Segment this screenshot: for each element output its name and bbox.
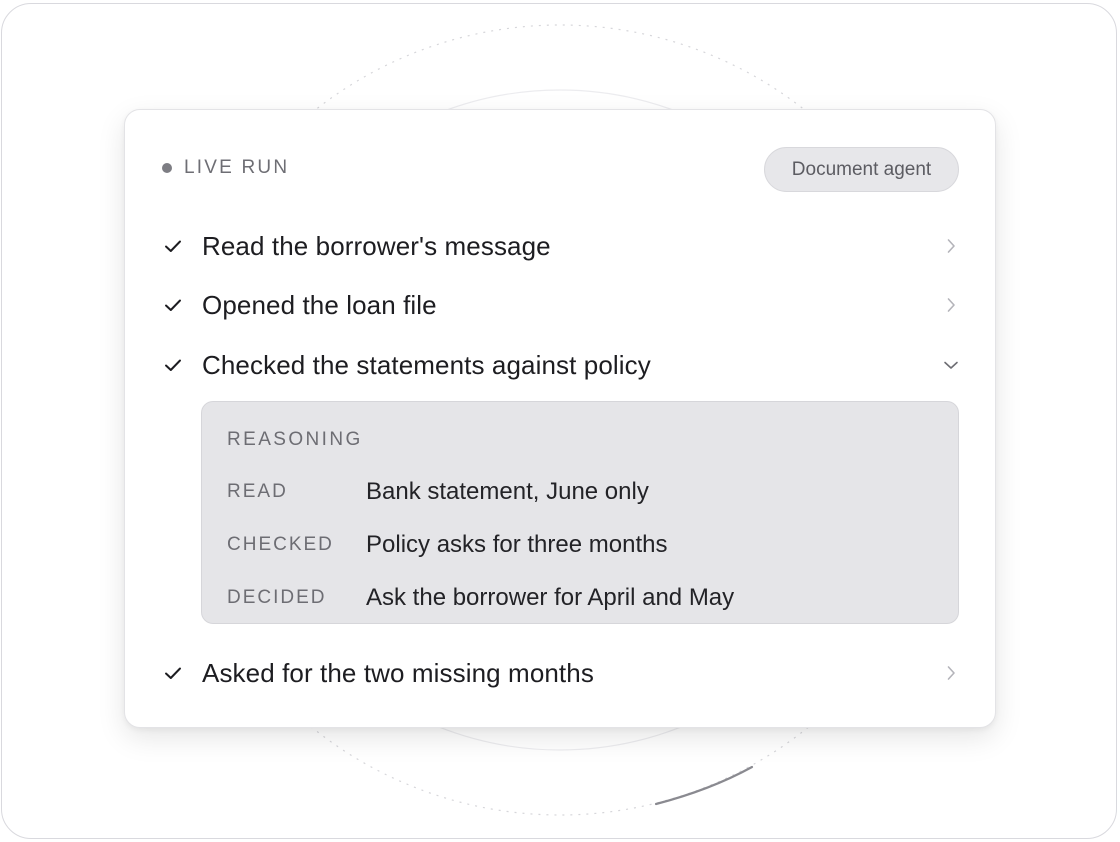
checkmark-icon [162, 294, 184, 316]
checkmark-icon [162, 235, 184, 257]
reasoning-key: DECIDED [227, 587, 327, 608]
step-row-opened-loan-file[interactable]: Opened the loan file [162, 285, 960, 325]
step-label: Asked for the two missing months [202, 657, 594, 688]
checkmark-icon [162, 354, 184, 376]
reasoning-row: READ Bank statement, June only [227, 477, 649, 507]
status-dot-icon [162, 163, 172, 173]
chevron-right-icon[interactable] [942, 296, 960, 314]
agent-badge: Document agent [764, 147, 959, 192]
reasoning-value: Ask the borrower for April and May [366, 584, 735, 611]
chevron-down-icon[interactable] [942, 356, 960, 374]
step-label: Read the borrower's message [202, 230, 551, 261]
step-label: Opened the loan file [202, 289, 437, 320]
step-label: Checked the statements against policy [202, 349, 651, 380]
reasoning-panel: REASONING READ Bank statement, June only… [201, 401, 959, 624]
step-row-read-message[interactable]: Read the borrower's message [162, 226, 960, 266]
chevron-right-icon[interactable] [942, 237, 960, 255]
run-card: LIVE RUN Document agent Read the borrowe… [124, 109, 996, 728]
step-row-checked-statements[interactable]: Checked the statements against policy [162, 345, 960, 385]
live-run-indicator: LIVE RUN [162, 157, 289, 179]
reasoning-key: READ [227, 481, 288, 502]
reasoning-key: CHECKED [227, 534, 334, 555]
reasoning-row: DECIDED Ask the borrower for April and M… [227, 583, 734, 613]
reasoning-value: Policy asks for three months [366, 531, 668, 558]
reasoning-row: CHECKED Policy asks for three months [227, 530, 667, 560]
live-run-label: LIVE RUN [184, 157, 290, 178]
checkmark-icon [162, 662, 184, 684]
reasoning-value: Bank statement, June only [366, 478, 649, 505]
reasoning-title: REASONING [227, 429, 363, 450]
step-row-asked-missing-months[interactable]: Asked for the two missing months [162, 653, 960, 693]
chevron-right-icon[interactable] [942, 664, 960, 682]
